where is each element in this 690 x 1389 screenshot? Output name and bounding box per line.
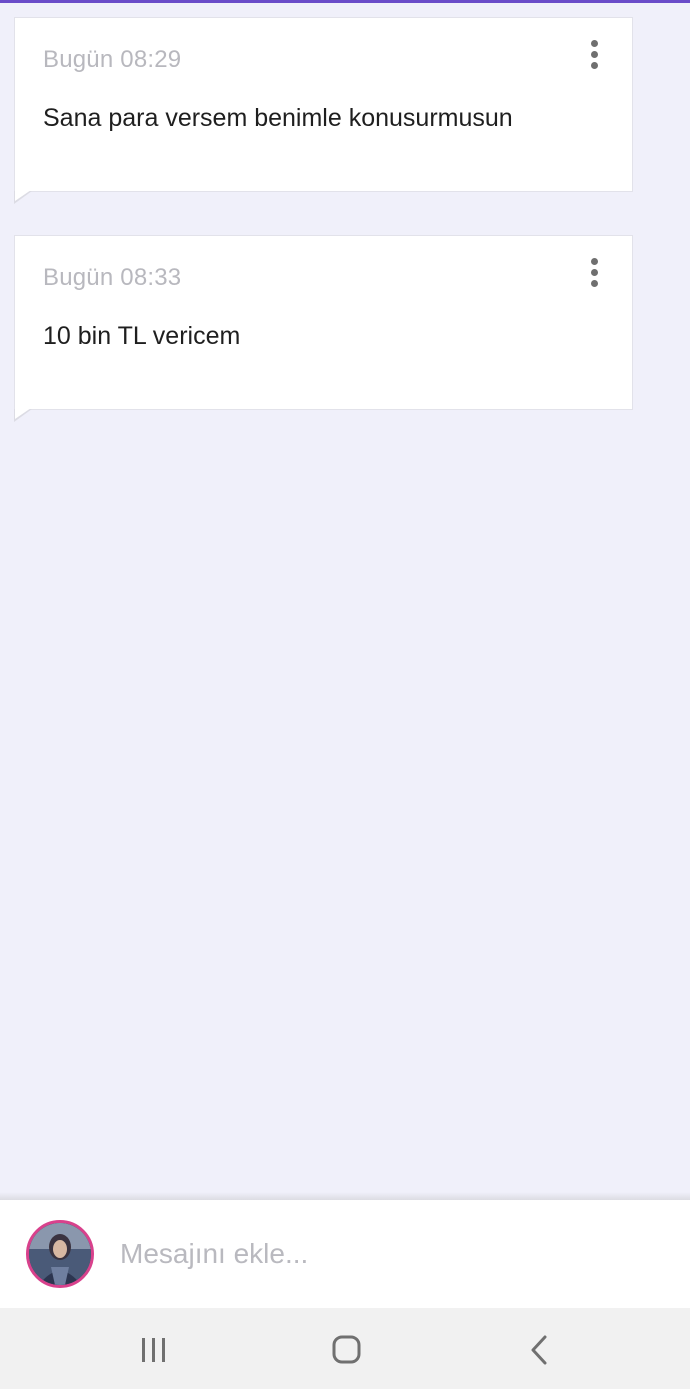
- message-bubble: Bugün 08:29 Sana para versem benimle kon…: [14, 17, 633, 204]
- composer-divider: [0, 1192, 690, 1200]
- bubble-tail: [14, 190, 32, 204]
- system-navigation-bar: [0, 1308, 690, 1389]
- back-icon[interactable]: [520, 1330, 560, 1370]
- message-input[interactable]: [120, 1234, 660, 1274]
- avatar[interactable]: [26, 1220, 94, 1288]
- more-options-icon[interactable]: [582, 40, 606, 74]
- home-icon[interactable]: [326, 1330, 366, 1370]
- message-text: 10 bin TL vericem: [43, 322, 241, 350]
- bubble-tail: [14, 408, 32, 422]
- more-options-icon[interactable]: [582, 258, 606, 292]
- message-text: Sana para versem benimle konusurmusun: [43, 104, 513, 132]
- message-timestamp: Bugün 08:29: [43, 46, 182, 73]
- recent-apps-icon[interactable]: [134, 1330, 174, 1370]
- message-timestamp: Bugün 08:33: [43, 264, 182, 291]
- message-composer: [0, 1200, 690, 1308]
- top-accent-bar: [0, 0, 690, 3]
- message-bubble: Bugün 08:33 10 bin TL vericem: [14, 235, 633, 422]
